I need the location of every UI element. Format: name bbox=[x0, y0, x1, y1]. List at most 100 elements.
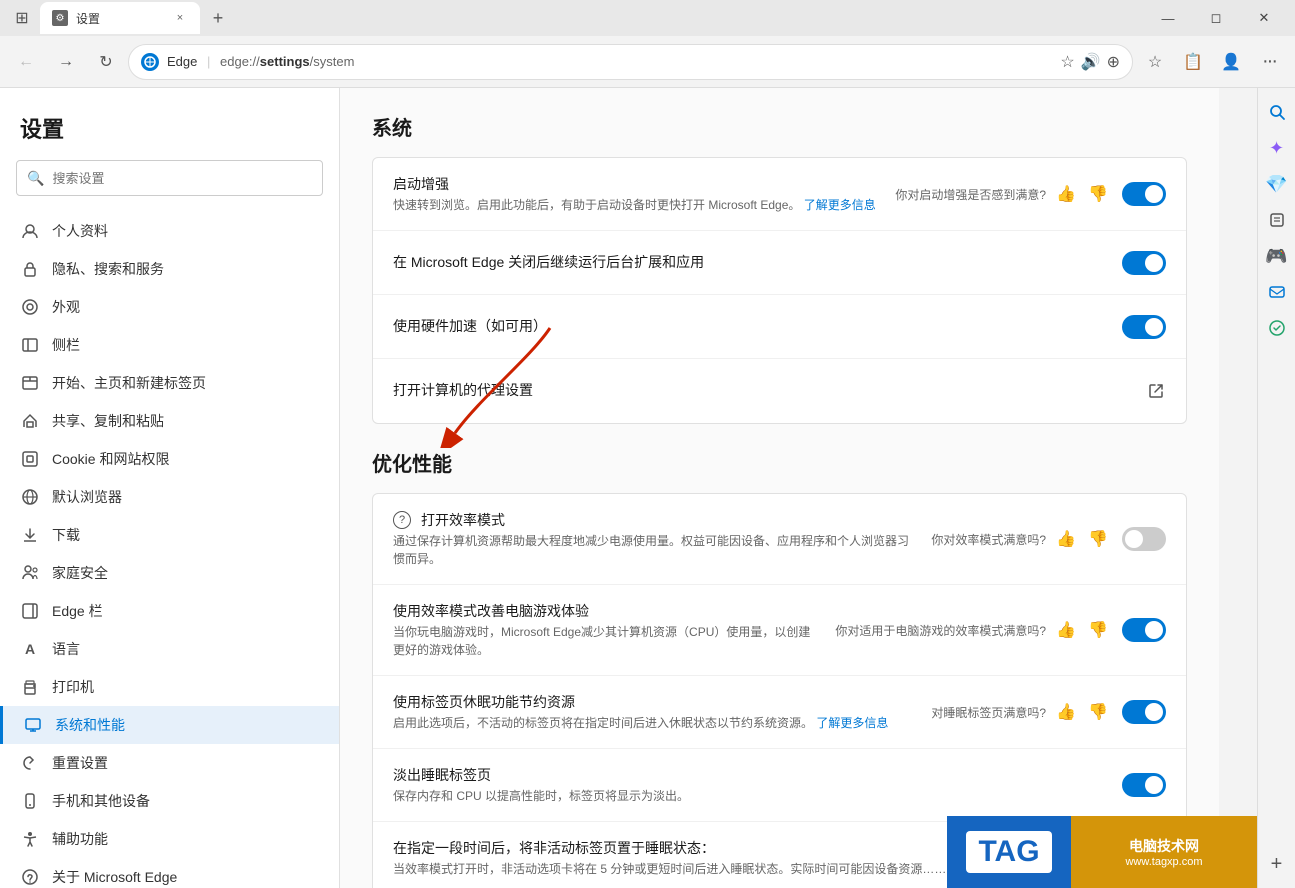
efficiency-mode-row: ? 打开效率模式 通过保存计算机资源帮助最大程度地减少电源使用量。权益可能因设备… bbox=[373, 494, 1186, 585]
system-icon bbox=[23, 715, 43, 735]
gaming-mode-controls: 你对适用于电脑游戏的效率模式满意吗? 👍 👎 bbox=[835, 618, 1166, 642]
sleep-timer-label: 在指定一段时间后，将非活动标签页置于睡眠状态： bbox=[393, 838, 1042, 858]
sidebar-item-sidebar[interactable]: 侧栏 bbox=[0, 326, 339, 364]
thumbs-up-button[interactable]: 👍 bbox=[1054, 182, 1078, 206]
address-bar[interactable]: Edge | edge://settings/system ☆ 🔊 ⊕ bbox=[128, 44, 1133, 80]
question-icon: ? bbox=[393, 511, 411, 529]
sidebar-collections-button[interactable] bbox=[1261, 204, 1293, 236]
sidebar-item-profile[interactable]: 个人资料 bbox=[0, 212, 339, 250]
sidebar-tools-button[interactable] bbox=[1261, 312, 1293, 344]
watermark: TAG 电脑技术网 www.tagxp.com bbox=[947, 816, 1257, 888]
settings-more-button[interactable]: ··· bbox=[1251, 44, 1287, 80]
sidebar-game-button[interactable]: 🎮 bbox=[1261, 240, 1293, 272]
active-tab[interactable]: ⚙ 设置 × bbox=[40, 2, 200, 34]
sleeping-tabs-row: 使用标签页休眠功能节约资源 启用此选项后，不活动的标签页将在指定时间后进入休眠状… bbox=[373, 676, 1186, 749]
read-aloud-icon[interactable]: 🔊 bbox=[1081, 52, 1101, 72]
tab-switcher-button[interactable]: ⊞ bbox=[8, 4, 36, 32]
sidebar-item-privacy[interactable]: 隐私、搜索和服务 bbox=[0, 250, 339, 288]
background-run-row: 在 Microsoft Edge 关闭后继续运行后台扩展和应用 bbox=[373, 231, 1186, 295]
language-icon: A bbox=[20, 639, 40, 659]
gaming-mode-toggle[interactable] bbox=[1122, 618, 1166, 642]
sidebar-item-newtab[interactable]: 开始、主页和新建标签页 bbox=[0, 364, 339, 402]
cookies-icon bbox=[20, 449, 40, 469]
sleeping-tabs-desc: 启用此选项后，不活动的标签页将在指定时间后进入休眠状态以节约系统资源。 了解更多… bbox=[393, 714, 915, 732]
startup-boost-toggle[interactable] bbox=[1122, 182, 1166, 206]
thumbs-up-button[interactable]: 👍 bbox=[1054, 618, 1078, 642]
proxy-external-link-button[interactable] bbox=[1146, 381, 1166, 401]
site-icon bbox=[141, 53, 159, 71]
default-browser-icon bbox=[20, 487, 40, 507]
sidebar-item-label: 下载 bbox=[52, 525, 80, 545]
background-run-info: 在 Microsoft Edge 关闭后继续运行后台扩展和应用 bbox=[393, 252, 1106, 274]
sidebar-item-label: Cookie 和网站权限 bbox=[52, 449, 169, 469]
thumbs-up-button[interactable]: 👍 bbox=[1054, 700, 1078, 724]
edgebar-icon bbox=[20, 601, 40, 621]
sidebar-outlook-button[interactable] bbox=[1261, 276, 1293, 308]
sidebar-item-cookies[interactable]: Cookie 和网站权限 bbox=[0, 440, 339, 478]
sidebar-item-reset[interactable]: 重置设置 bbox=[0, 744, 339, 782]
content-area: 系统 启动增强 快速转到浏览。启用此功能后，有助于启动设备时更快打开 Micro… bbox=[340, 88, 1219, 888]
maximize-button[interactable]: ◻ bbox=[1193, 2, 1239, 34]
minimize-button[interactable]: — bbox=[1145, 2, 1191, 34]
thumbs-up-button[interactable]: 👍 bbox=[1054, 527, 1078, 551]
profile-button[interactable]: 👤 bbox=[1213, 44, 1249, 80]
hardware-accel-row: 使用硬件加速（如可用） bbox=[373, 295, 1186, 359]
sleeping-tabs-toggle[interactable] bbox=[1122, 700, 1166, 724]
settings-sidebar: 设置 🔍 个人资料 隐私、搜索和服务 bbox=[0, 88, 340, 888]
sidebar-wallet-button[interactable]: 💎 bbox=[1261, 168, 1293, 200]
efficiency-mode-label: ? 打开效率模式 bbox=[393, 510, 915, 530]
sidebar-item-about[interactable]: 关于 Microsoft Edge bbox=[0, 858, 339, 888]
address-separator: | bbox=[207, 54, 210, 69]
efficiency-mode-toggle[interactable] bbox=[1122, 527, 1166, 551]
new-tab-button[interactable]: + bbox=[204, 4, 232, 32]
favorites-button[interactable]: ☆ bbox=[1137, 44, 1173, 80]
tag-logo: TAG bbox=[966, 831, 1051, 873]
sidebar-item-label: 默认浏览器 bbox=[52, 487, 122, 507]
close-button[interactable]: ✕ bbox=[1241, 2, 1287, 34]
forward-button[interactable]: → bbox=[48, 44, 84, 80]
tab-close-button[interactable]: × bbox=[172, 10, 188, 26]
right-sidebar: ✦ 💎 🎮 + bbox=[1257, 88, 1295, 888]
sidebar-item-language[interactable]: A 语言 bbox=[0, 630, 339, 668]
tab-favicon-icon: ⚙ bbox=[56, 13, 65, 24]
sidebar-item-accessibility[interactable]: 辅助功能 bbox=[0, 820, 339, 858]
thumbs-down-button[interactable]: 👎 bbox=[1086, 182, 1110, 206]
hardware-accel-toggle[interactable] bbox=[1122, 315, 1166, 339]
sidebar-item-edgebar[interactable]: Edge 栏 bbox=[0, 592, 339, 630]
watermark-url: www.tagxp.com bbox=[1125, 856, 1202, 868]
sleeping-tabs-link[interactable]: 了解更多信息 bbox=[816, 716, 888, 730]
sidebar-item-downloads[interactable]: 下载 bbox=[0, 516, 339, 554]
favorites-icon[interactable]: ☆ bbox=[1060, 52, 1074, 72]
startup-boost-desc: 快速转到浏览。启用此功能后，有助于启动设备时更快打开 Microsoft Edg… bbox=[393, 196, 879, 214]
family-icon bbox=[20, 563, 40, 583]
sidebar-add-button[interactable]: + bbox=[1261, 848, 1293, 880]
startup-boost-info: 启动增强 快速转到浏览。启用此功能后，有助于启动设备时更快打开 Microsof… bbox=[393, 174, 879, 214]
appearance-icon bbox=[20, 297, 40, 317]
search-box[interactable]: 🔍 bbox=[16, 160, 323, 196]
sidebar-copilot-button[interactable]: ✦ bbox=[1261, 132, 1293, 164]
startup-boost-link[interactable]: 了解更多信息 bbox=[804, 198, 876, 212]
sidebar-item-appearance[interactable]: 外观 bbox=[0, 288, 339, 326]
sidebar-item-share[interactable]: 共享、复制和粘贴 bbox=[0, 402, 339, 440]
sidebar-item-printers[interactable]: 打印机 bbox=[0, 668, 339, 706]
sidebar-item-mobile[interactable]: 手机和其他设备 bbox=[0, 782, 339, 820]
sidebar-item-family[interactable]: 家庭安全 bbox=[0, 554, 339, 592]
fade-sleeping-tabs-toggle[interactable] bbox=[1122, 773, 1166, 797]
sidebar-item-default-browser[interactable]: 默认浏览器 bbox=[0, 478, 339, 516]
toggle-knob bbox=[1145, 776, 1163, 794]
refresh-button[interactable]: ↻ bbox=[88, 44, 124, 80]
thumbs-down-button[interactable]: 👎 bbox=[1086, 700, 1110, 724]
favorites-add-icon[interactable]: ⊕ bbox=[1107, 52, 1120, 72]
sidebar-search-button[interactable] bbox=[1261, 96, 1293, 128]
fade-sleeping-tabs-label: 淡出睡眠标签页 bbox=[393, 765, 1106, 785]
search-input[interactable] bbox=[52, 171, 312, 186]
thumbs-down-button[interactable]: 👎 bbox=[1086, 527, 1110, 551]
background-run-toggle[interactable] bbox=[1122, 251, 1166, 275]
sleeping-tabs-info: 使用标签页休眠功能节约资源 启用此选项后，不活动的标签页将在指定时间后进入休眠状… bbox=[393, 692, 915, 732]
collections-button[interactable]: 📋 bbox=[1175, 44, 1211, 80]
sidebar-item-label: 语言 bbox=[52, 639, 80, 659]
back-button[interactable]: ← bbox=[8, 44, 44, 80]
sidebar-item-label: 隐私、搜索和服务 bbox=[52, 259, 164, 279]
thumbs-down-button[interactable]: 👎 bbox=[1086, 618, 1110, 642]
sidebar-item-system[interactable]: 系统和性能 bbox=[0, 706, 339, 744]
